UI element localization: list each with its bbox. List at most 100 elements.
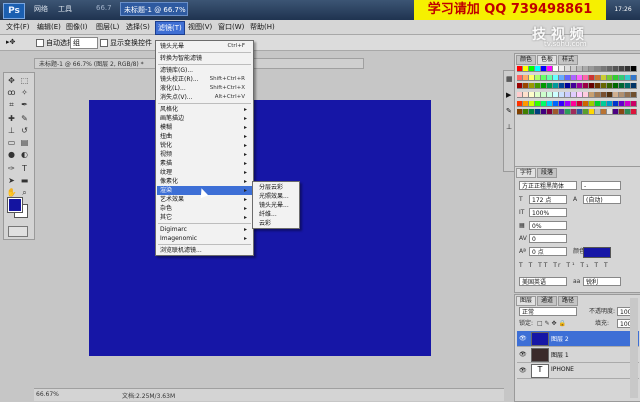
eraser-tool-icon[interactable]: ▭ [6, 137, 17, 148]
zoom-level[interactable]: 66.67% [36, 391, 59, 398]
gradient-tool-icon[interactable]: ▤ [19, 137, 30, 148]
layer-row[interactable]: 👁 T IPHONE [517, 363, 639, 379]
layers-scrollbar[interactable] [630, 298, 638, 398]
marquee-tool-icon[interactable]: ⬚ [19, 75, 30, 86]
layer-row[interactable]: 👁 图层 1 [517, 347, 639, 363]
filter-menu-item[interactable]: 纹理 ▸ [160, 168, 249, 177]
appbar-item-network[interactable]: 网络 [34, 4, 48, 14]
crop-tool-icon[interactable]: ⌗ [6, 99, 17, 110]
layer-row[interactable]: 👁 图层 2 [517, 331, 639, 347]
filter-menu-item[interactable]: 消失点(V)... Alt+Ctrl+V [160, 93, 249, 102]
pen-tool-icon[interactable]: ✑ [6, 163, 17, 174]
filter-menu-item[interactable]: Imagenomic ▸ [160, 234, 249, 243]
vertical-scale-field[interactable]: 100% [529, 208, 567, 217]
appbar-item-tools[interactable]: 工具 [58, 4, 72, 14]
color-swatch[interactable] [631, 83, 637, 90]
color-swatch[interactable] [631, 74, 637, 81]
tab-paths[interactable]: 路径 [558, 296, 579, 306]
foreground-color-swatch[interactable] [7, 197, 23, 213]
tab-paragraph[interactable]: 段落 [537, 168, 558, 178]
filter-menu-item[interactable]: 镜头光晕 Ctrl+F [160, 42, 249, 51]
show-transform-checkbox[interactable]: 显示变换控件 [100, 38, 152, 48]
filter-menu-item[interactable]: 其它 ▸ [160, 213, 249, 222]
lasso-tool-icon[interactable]: ꝏ [6, 87, 17, 98]
leading-field[interactable]: (自动) [583, 195, 621, 204]
blur-tool-icon[interactable]: ● [6, 149, 17, 160]
menu-view[interactable]: 视图(V) [186, 21, 214, 33]
filter-menu-item[interactable]: 转换为智能滤镜 [160, 54, 249, 63]
tab-styles[interactable]: 样式 [558, 55, 579, 65]
lock-icons[interactable]: □ ✎ ✥ 🔒 [537, 319, 566, 328]
menu-layer[interactable]: 图层(L) [94, 21, 121, 33]
visibility-eye-icon[interactable]: 👁 [519, 367, 527, 374]
color-swatch[interactable] [631, 100, 637, 107]
document-tab[interactable]: 未标题-1 @ 66.7% (图层... [120, 2, 188, 28]
type-tool-icon[interactable]: T [19, 163, 30, 174]
tab-layers[interactable]: 图层 [516, 296, 537, 306]
dodge-tool-icon[interactable]: ◐ [19, 149, 30, 160]
menu-filter[interactable]: 滤镜(T) [155, 21, 185, 35]
clone-panel-icon[interactable]: ⊥ [506, 123, 512, 131]
zoom-tool-icon[interactable]: ⌕ [19, 187, 30, 198]
healing-brush-icon[interactable]: ✚ [6, 113, 17, 124]
brush-panel-icon[interactable]: ✎ [506, 107, 512, 115]
filter-menu-item[interactable]: 浏览联机滤镜... [160, 246, 249, 255]
quick-mask-button[interactable] [8, 226, 28, 237]
color-swatch[interactable] [631, 66, 637, 72]
filter-menu-item[interactable]: 像素化 ▸ [160, 177, 249, 186]
menu-help[interactable]: 帮助(H) [248, 21, 277, 33]
appbar-zoom[interactable]: 66.7 [96, 4, 112, 12]
text-style-buttons[interactable]: T T TT Tr T¹ T₁ T T [519, 261, 610, 270]
filter-menu-item[interactable]: 画笔描边 ▸ [160, 114, 249, 123]
actions-panel-icon[interactable]: ▶ [506, 91, 511, 99]
menu-window[interactable]: 窗口(W) [216, 21, 246, 33]
filter-menu-item[interactable]: Digimarc ▸ [160, 225, 249, 234]
submenu-item[interactable]: 云彩 [259, 219, 271, 228]
tab-color[interactable]: 颜色 [516, 55, 537, 65]
menu-select[interactable]: 选择(S) [124, 21, 152, 33]
tab-swatches[interactable]: 色板 [537, 55, 558, 65]
submenu-item[interactable]: 分层云彩 [259, 183, 283, 192]
eyedropper-icon[interactable]: ✒ [19, 99, 30, 110]
filter-menu-item[interactable]: 滤镜库(G)... [160, 66, 249, 75]
filter-menu-item[interactable]: 锐化 ▸ [160, 141, 249, 150]
visibility-eye-icon[interactable]: 👁 [519, 351, 527, 358]
filter-menu-item[interactable]: 液化(L)... Shift+Ctrl+X [160, 84, 249, 93]
filter-menu-item[interactable]: 杂色 ▸ [160, 204, 249, 213]
filter-menu-item[interactable]: 扭曲 ▸ [160, 132, 249, 141]
submenu-item[interactable]: 光照效果... [259, 192, 289, 201]
font-family-select[interactable]: 方正正粗黑简体 [519, 181, 577, 190]
filter-menu-item[interactable]: 镜头校正(R)... Shift+Ctrl+R [160, 75, 249, 84]
path-select-icon[interactable]: ➤ [6, 175, 17, 186]
tab-channels[interactable]: 通道 [537, 296, 558, 306]
filter-menu-item[interactable]: 模糊 ▸ [160, 123, 249, 132]
auto-select-dropdown[interactable]: 组 [70, 37, 98, 49]
magic-wand-icon[interactable]: ✧ [19, 87, 30, 98]
move-tool-icon[interactable]: ✥ [6, 75, 17, 86]
submenu-item[interactable]: 纤维... [259, 210, 277, 219]
submenu-item[interactable]: 镜头光晕... [259, 201, 289, 210]
brush-tool-icon[interactable]: ✎ [19, 113, 30, 124]
antialias-select[interactable]: 锐利 [583, 277, 621, 286]
tsume-field[interactable]: 0% [529, 221, 567, 230]
menu-file[interactable]: 文件(F) [4, 21, 32, 33]
kerning-field[interactable]: 0 [529, 234, 567, 243]
move-tool-icon[interactable]: ▸✥ [6, 38, 15, 46]
language-select[interactable]: 美国英语 [519, 277, 567, 286]
history-brush-icon[interactable]: ↺ [19, 125, 30, 136]
menu-edit[interactable]: 编辑(E) [35, 21, 63, 33]
filter-menu-item[interactable]: 风格化 ▸ [160, 105, 249, 114]
clone-stamp-icon[interactable]: ⊥ [6, 125, 17, 136]
text-color-swatch[interactable] [583, 247, 611, 258]
visibility-eye-icon[interactable]: 👁 [519, 335, 527, 342]
font-style-select[interactable]: - [581, 181, 621, 190]
blend-mode-select[interactable]: 正常 [519, 307, 577, 316]
baseline-field[interactable]: 0 点 [529, 247, 567, 256]
color-swatch[interactable] [631, 91, 637, 98]
menu-image[interactable]: 图像(I) [64, 21, 90, 33]
font-size-field[interactable]: 172 点 [529, 195, 567, 204]
hand-tool-icon[interactable]: ✋ [6, 187, 17, 198]
filter-menu-item[interactable]: 视频 ▸ [160, 150, 249, 159]
history-panel-icon[interactable]: ▦ [506, 75, 513, 83]
shape-tool-icon[interactable]: ▬ [19, 175, 30, 186]
